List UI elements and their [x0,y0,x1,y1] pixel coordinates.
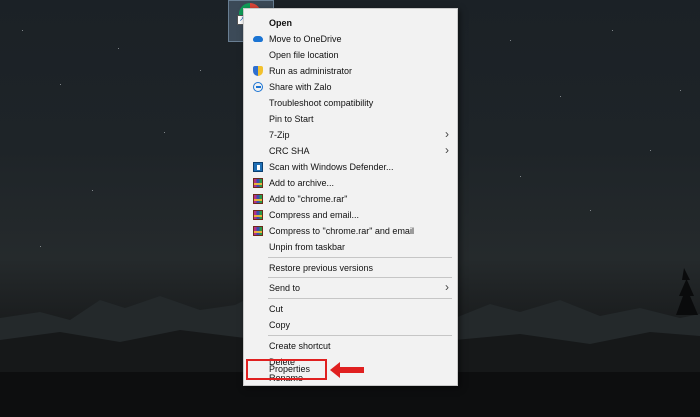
chevron-right-icon: › [445,280,449,294]
red-arrow-icon [330,362,364,378]
menu-item-label: Compress to "chrome.rar" and email [269,226,414,236]
menu-item-label: Copy [269,320,291,330]
menu-item-label: Create shortcut [269,341,331,351]
menu-item-pin-to-start[interactable]: Pin to Start [244,111,457,127]
menu-item-troubleshoot-compatibility[interactable]: Troubleshoot compatibility [244,95,457,111]
menu-separator [268,277,452,278]
menu-item-7-zip[interactable]: 7-Zip › [244,127,457,143]
menu-item-send-to[interactable]: Send to › [244,280,457,296]
menu-item-move-to-onedrive[interactable]: Move to OneDrive [244,31,457,47]
defender-icon [253,162,263,172]
chevron-right-icon: › [445,143,449,157]
menu-item-run-as-administrator[interactable]: Run as administrator [244,63,457,79]
menu-item-compress-to-chrome-rar-and-email[interactable]: Compress to "chrome.rar" and email [244,223,457,239]
menu-item-add-to-chrome-rar[interactable]: Add to "chrome.rar" [244,191,457,207]
menu-separator [268,298,452,299]
menu-item-label: Cut [269,304,284,314]
menu-item-label: Move to OneDrive [269,34,342,44]
menu-item-create-shortcut[interactable]: Create shortcut [244,338,457,354]
menu-item-label: Troubleshoot compatibility [269,98,374,108]
menu-item-label: Compress and email... [269,210,360,220]
winrar-icon [253,178,263,188]
winrar-icon [253,210,263,220]
menu-item-restore-previous-versions[interactable]: Restore previous versions [244,260,457,276]
winrar-icon [253,194,263,204]
menu-item-label: Add to "chrome.rar" [269,194,348,204]
onedrive-cloud-icon [253,36,263,42]
menu-item-label: Open file location [269,50,339,60]
menu-item-unpin-from-taskbar[interactable]: Unpin from taskbar [244,239,457,255]
properties-highlight-box [246,359,327,380]
menu-item-cut[interactable]: Cut [244,301,457,317]
menu-item-compress-and-email[interactable]: Compress and email... [244,207,457,223]
menu-separator [268,335,452,336]
winrar-icon [253,226,263,236]
menu-item-label: Share with Zalo [269,82,332,92]
menu-item-label: CRC SHA [269,146,310,156]
menu-item-add-to-archive[interactable]: Add to archive... [244,175,457,191]
menu-item-label: Add to archive... [269,178,335,188]
menu-item-share-with-zalo[interactable]: Share with Zalo [244,79,457,95]
chevron-right-icon: › [445,127,449,141]
menu-item-label: Scan with Windows Defender... [269,162,394,172]
menu-item-copy[interactable]: Copy [244,317,457,333]
menu-item-label: Run as administrator [269,66,353,76]
menu-item-label: Pin to Start [269,114,314,124]
zalo-icon [253,82,263,92]
menu-item-label: Open [269,18,293,28]
menu-item-label: Unpin from taskbar [269,242,346,252]
menu-item-label: 7-Zip [269,130,290,140]
menu-item-label: Restore previous versions [269,263,374,273]
menu-separator [268,257,452,258]
menu-item-label: Send to [269,283,301,293]
menu-item-crc-sha[interactable]: CRC SHA › [244,143,457,159]
menu-item-open[interactable]: Open [244,15,457,31]
uac-shield-icon [253,66,263,76]
context-menu: Open Move to OneDrive Open file location… [243,8,458,386]
menu-item-open-file-location[interactable]: Open file location [244,47,457,63]
menu-item-scan-with-defender[interactable]: Scan with Windows Defender... [244,159,457,175]
